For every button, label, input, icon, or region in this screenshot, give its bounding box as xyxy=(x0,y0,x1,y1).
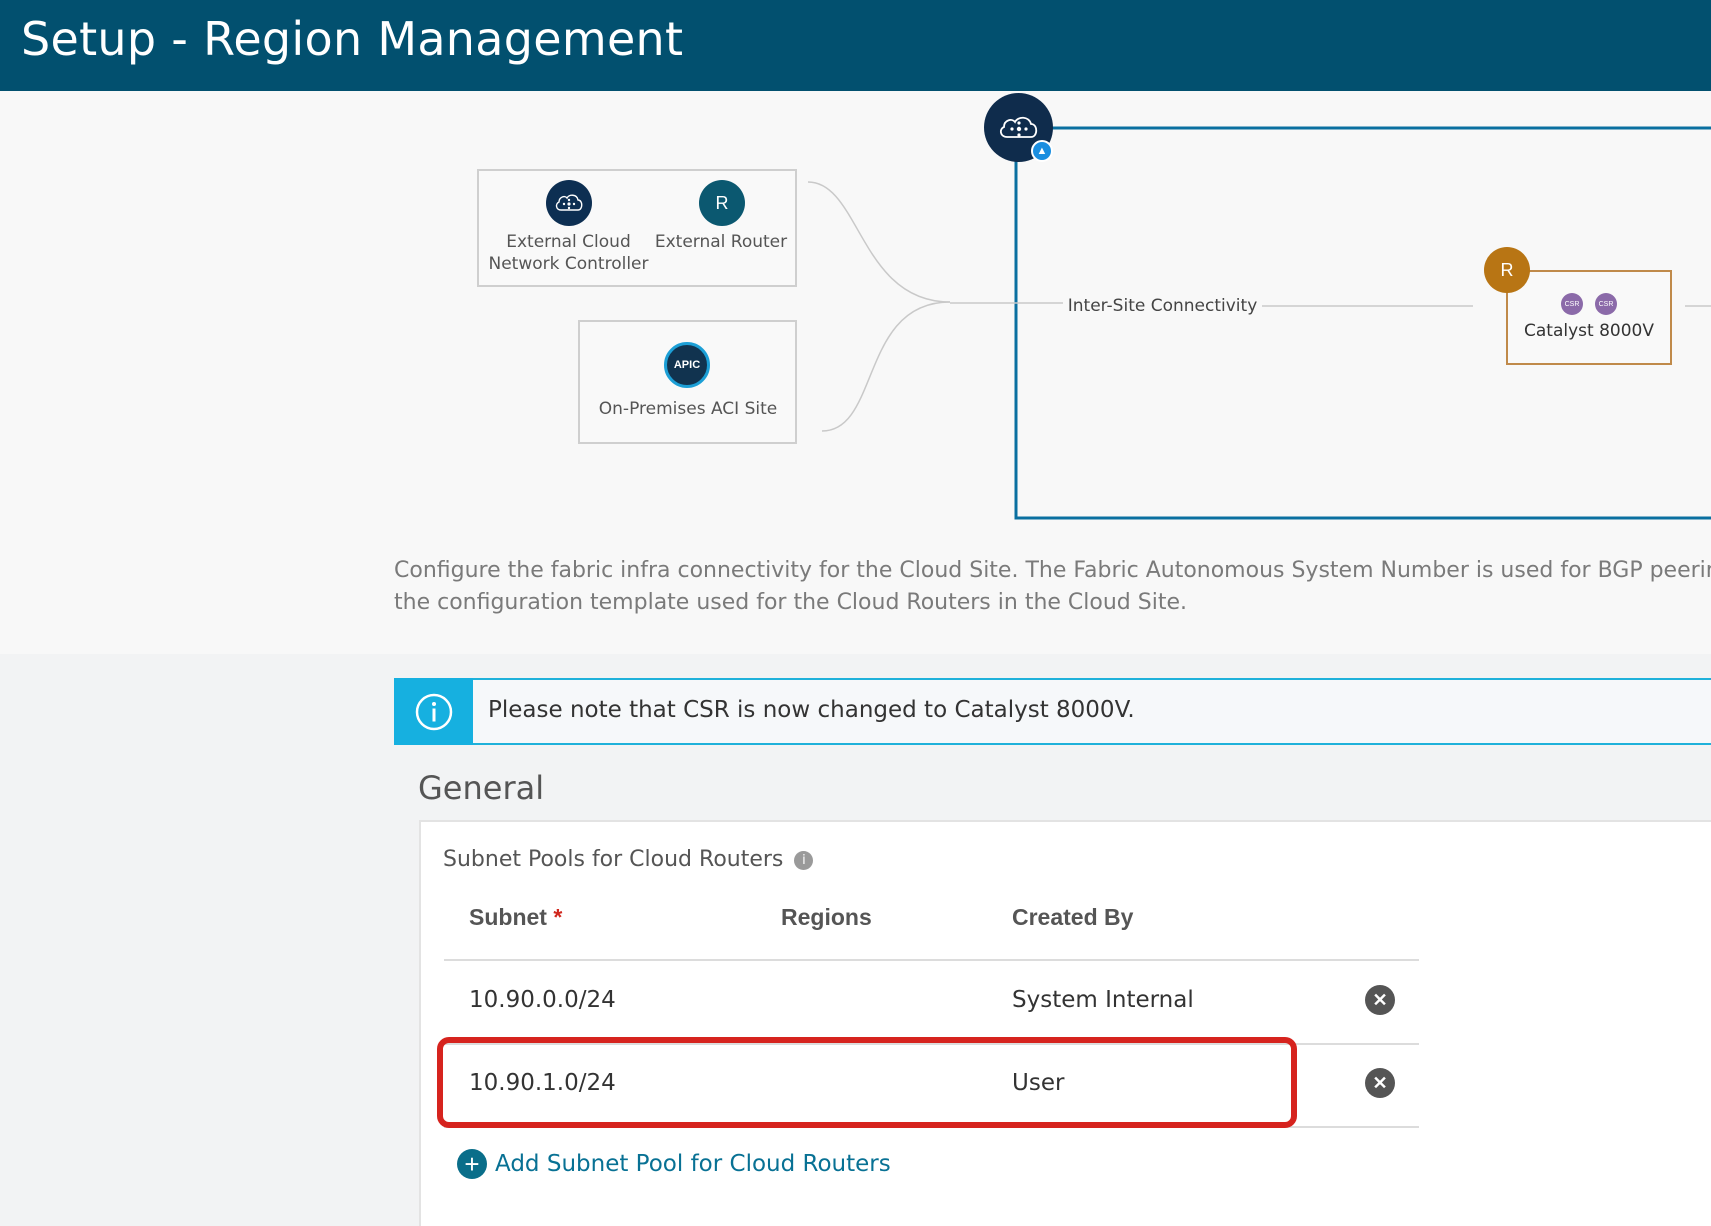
csr-badge-2: CSR xyxy=(1595,293,1617,315)
router-letter: R xyxy=(1500,259,1514,280)
connector-onprem xyxy=(821,301,951,432)
subnet-pools-label: Subnet Pools for Cloud Routers i xyxy=(443,847,814,872)
external-cloud-label: External Cloud Network Controller xyxy=(481,231,656,275)
csr-badge-2-text: CSR xyxy=(1598,300,1614,308)
close-icon: ✕ xyxy=(1372,1073,1388,1093)
router-icon[interactable]: R xyxy=(1484,247,1530,293)
connector-external xyxy=(807,181,951,303)
required-marker: * xyxy=(553,904,563,930)
external-router-icon[interactable]: R xyxy=(699,180,745,226)
external-cloud-label-line1: External Cloud xyxy=(506,232,631,252)
csr-badge-1-text: CSR xyxy=(1564,300,1580,308)
cloud-network-icon xyxy=(555,194,583,211)
onprem-label: On-Premises ACI Site xyxy=(598,399,778,419)
row-1-created-by: System Internal xyxy=(1012,987,1194,1013)
general-section-title: General xyxy=(418,769,545,807)
add-subnet-pool-button[interactable]: + Add Subnet Pool for Cloud Routers xyxy=(457,1149,891,1179)
catalyst-label: Catalyst 8000V xyxy=(1524,321,1654,341)
info-banner: Please note that CSR is now changed to C… xyxy=(394,678,1711,745)
inter-site-label: Inter-Site Connectivity xyxy=(1067,296,1258,316)
column-header-regions[interactable]: Regions xyxy=(781,904,872,931)
csr-badge-1: CSR xyxy=(1561,293,1583,315)
catalyst-box xyxy=(1506,270,1672,365)
row-1-subnet: 10.90.0.0/24 xyxy=(469,987,616,1013)
section-description: Configure the fabric infra connectivity … xyxy=(394,555,1711,619)
azure-icon: ▲ xyxy=(1031,140,1053,162)
external-cloud-label-line2: Network Controller xyxy=(488,254,649,274)
highlight-annotation xyxy=(437,1037,1297,1128)
column-header-subnet[interactable]: Subnet * xyxy=(469,904,562,931)
info-icon xyxy=(415,693,452,730)
info-banner-text: Please note that CSR is now changed to C… xyxy=(488,697,1135,723)
row-2-remove-button[interactable]: ✕ xyxy=(1365,1068,1395,1098)
external-router-label: External Router xyxy=(654,232,788,252)
table-header-divider xyxy=(444,959,1419,961)
apic-badge: APIC xyxy=(673,359,701,371)
subnet-pools-label-text: Subnet Pools for Cloud Routers xyxy=(443,847,784,872)
plus-circle-icon: + xyxy=(457,1149,487,1179)
column-header-subnet-text: Subnet xyxy=(469,904,547,930)
description-line-2: the configuration template used for the … xyxy=(394,590,1187,615)
row-1-remove-button[interactable]: ✕ xyxy=(1365,985,1395,1015)
add-subnet-pool-label: Add Subnet Pool for Cloud Routers xyxy=(495,1151,891,1177)
cloud-network-icon xyxy=(999,116,1037,138)
apic-icon[interactable]: APIC xyxy=(664,342,710,388)
description-line-1: Configure the fabric infra connectivity … xyxy=(394,558,1711,583)
external-router-letter: R xyxy=(715,192,729,213)
info-banner-icon-cell xyxy=(394,678,473,745)
column-header-created-by[interactable]: Created By xyxy=(1012,904,1133,931)
external-cloud-icon[interactable] xyxy=(546,180,592,226)
close-icon: ✕ xyxy=(1372,990,1388,1010)
info-tooltip-icon[interactable]: i xyxy=(794,850,814,870)
